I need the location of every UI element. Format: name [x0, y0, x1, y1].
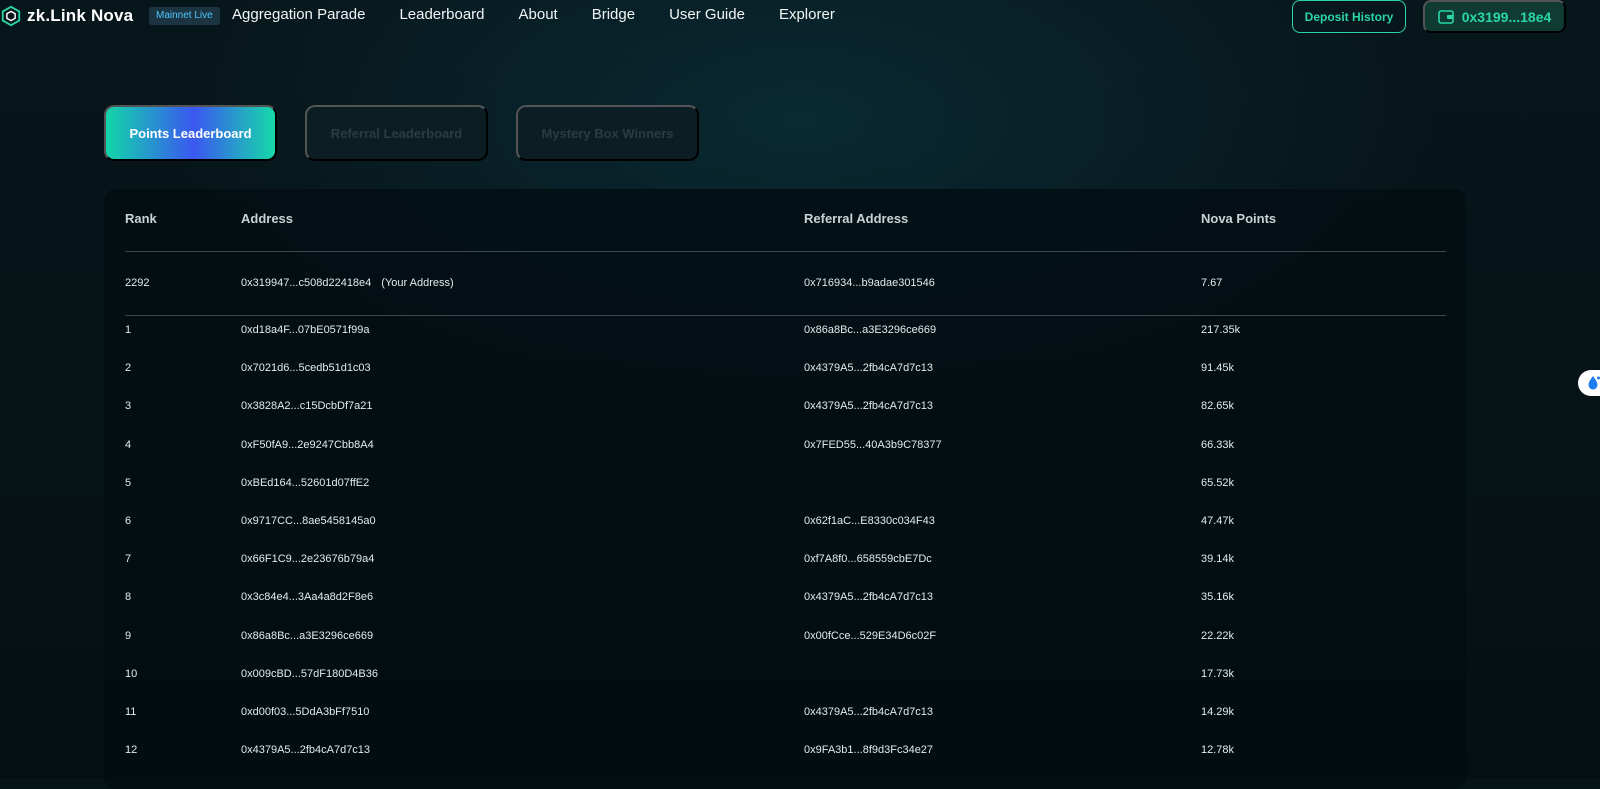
table-header: Rank Address Referral Address Nova Point… [104, 211, 1466, 231]
your-referral-address: 0x716934...b9adae301546 [804, 277, 935, 289]
your-address-value: 0x319947...c508d22418e4 [241, 277, 372, 289]
nav-explorer[interactable]: Explorer [779, 6, 835, 23]
nova-points-cell: 47.47k [1201, 515, 1235, 527]
address-cell: 0x3828A2...c15DcbDf7a21 [241, 400, 373, 413]
rank-cell: 8 [125, 591, 132, 604]
referral-address-cell: 0x9FA3b1...8f9d3Fc34e27 [804, 744, 934, 757]
nova-points-cell: 82.65k [1201, 400, 1235, 413]
nova-points-cell: 12.78k [1201, 744, 1235, 757]
nav-user-guide[interactable]: User Guide [669, 6, 745, 23]
address-cell: 0xBEd164...52601d07ffE2 [241, 476, 370, 489]
rank-cell: 2 [125, 362, 132, 375]
referral-address-cell: 0x86a8Bc...a3E3296ce669 [804, 324, 937, 336]
leaderboard-table: Rank Address Referral Address Nova Point… [104, 189, 1466, 789]
tab-referral-leaderboard[interactable]: Referral Leaderboard [305, 105, 488, 161]
referral-address-cell: 0x4379A5...2fb4cA7d7c13 [804, 706, 934, 718]
deposit-history-button[interactable]: Deposit History [1292, 0, 1406, 33]
nova-points-cell: 17.73k [1201, 667, 1235, 680]
nova-points-cell: 39.14k [1201, 553, 1235, 566]
rank-cell: 4 [125, 438, 132, 451]
your-address-tag: (Your Address) [381, 277, 454, 289]
table-row: 2 0x7021d6...5cedb51d1c03 0x4379A5...2fb4c… [104, 362, 1466, 382]
top-navigation-bar: zk.Link Nova Mainnet Live Aggregation Pa… [0, 0, 1600, 34]
your-address: 0x319947...c508d22418e4 (Your Address) [241, 277, 454, 289]
nova-points-cell: 217.35k [1201, 324, 1241, 336]
referral-address-cell: 0x7FED55...40A3b9C78377 [804, 438, 942, 451]
rank-cell: 10 [125, 667, 138, 680]
address-cell: 0x86a8Bc...a3E3296ce669 [241, 629, 374, 642]
address-cell: 0x3c84e4...3Aa4a8d2F8e6 [241, 591, 374, 604]
rank-cell: 7 [125, 553, 132, 566]
mainnet-live-badge: Mainnet Live [149, 7, 220, 25]
address-cell: 0xd18a4F...07bE0571f99a [241, 324, 370, 336]
rank-cell: 12 [125, 744, 138, 757]
nav-bridge[interactable]: Bridge [592, 6, 635, 23]
referral-address-cell: 0xf7A8f0...658559cbE7Dc [804, 553, 932, 566]
rank-cell: 6 [125, 515, 132, 527]
your-address-row: 2292 0x319947...c508d22418e4 (Your Addres… [104, 277, 1466, 297]
table-row: 12 0x4379A5...2fb4cA7d7c13 0x9FA3b1...8f9d… [104, 744, 1466, 764]
wallet-icon [1437, 9, 1454, 24]
wallet-address-button[interactable]: 0x3199...18e4 [1423, 0, 1566, 33]
nova-points-cell: 35.16k [1201, 591, 1235, 604]
nova-points-cell: 22.22k [1201, 629, 1235, 642]
rank-cell: 5 [125, 476, 132, 489]
zklink-hexagon-logo-icon [1, 5, 21, 27]
header-divider [125, 251, 1446, 252]
header-rank: Rank [125, 211, 157, 226]
table-row: 7 0x66F1C9...2e23676b79a4 0xf7A8f0...65855… [104, 553, 1466, 573]
table-row: 6 0x9717CC...8ae5458145a0 0x62f1aC...E8330… [104, 515, 1466, 535]
referral-address-cell: 0x00fCce...529E34D6c02F [804, 629, 937, 642]
address-cell: 0xd00f03...5DdA3bFf7510 [241, 706, 370, 718]
logo[interactable]: zk.Link Nova [0, 4, 133, 28]
address-cell: 0x7021d6...5cedb51d1c03 [241, 362, 371, 375]
table-row: 9 0x86a8Bc...a3E3296ce669 0x00fCce...529E3… [104, 630, 1466, 650]
table-row: 10 0x009cBD...57dF180D4B36 17.73k [104, 668, 1466, 688]
address-cell: 0x66F1C9...2e23676b79a4 [241, 553, 375, 566]
logo-text: zk.Link Nova [27, 6, 134, 25]
table-row: 4 0xF50fA9...2e9247Cbb8A4 0x7FED55...40A3b… [104, 439, 1466, 459]
nova-points-cell: 91.45k [1201, 362, 1235, 375]
address-cell: 0x4379A5...2fb4cA7d7c13 [241, 744, 371, 757]
your-rank: 2292 [125, 277, 150, 289]
nova-points-cell: 66.33k [1201, 438, 1235, 451]
rank-cell: 11 [125, 706, 137, 718]
your-nova-points: 7.67 [1201, 277, 1223, 289]
referral-address-cell: 0x4379A5...2fb4cA7d7c13 [804, 400, 934, 413]
rank-cell: 1 [125, 324, 132, 336]
nova-points-cell: 14.29k [1201, 706, 1235, 718]
table-row: 3 0x3828A2...c15DcbDf7a21 0x4379A5...2fb4c… [104, 400, 1466, 420]
address-cell: 0xF50fA9...2e9247Cbb8A4 [241, 438, 374, 451]
nav-aggregation-parade[interactable]: Aggregation Parade [232, 6, 365, 23]
table-row: 5 0xBEd164...52601d07ffE2 65.52k [104, 477, 1466, 497]
main-nav: Aggregation Parade Leaderboard About Bri… [232, 6, 835, 23]
water-drop-widget-icon [1588, 376, 1600, 390]
nav-leaderboard[interactable]: Leaderboard [399, 6, 484, 23]
wallet-address-label: 0x3199...18e4 [1461, 8, 1552, 25]
referral-address-cell: 0x4379A5...2fb4cA7d7c13 [804, 362, 934, 375]
tab-points-leaderboard[interactable]: Points Leaderboard [104, 105, 277, 161]
nova-points-cell: 65.52k [1201, 476, 1235, 489]
table-row: 11 0xd00f03...5DdA3bFf7510 0x4379A5...2fb4… [104, 706, 1466, 726]
rank-cell: 9 [125, 629, 132, 642]
floating-helper-widget[interactable] [1578, 370, 1600, 396]
header-address: Address [241, 211, 294, 226]
table-row: 8 0x3c84e4...3Aa4a8d2F8e6 0x4379A5...2fb4c… [104, 591, 1466, 611]
header-referral-address: Referral Address [804, 211, 909, 226]
rank-cell: 3 [125, 400, 132, 413]
tab-mystery-box-winners[interactable]: Mystery Box Winners [516, 105, 699, 161]
nav-about[interactable]: About [519, 6, 558, 23]
referral-address-cell: 0x4379A5...2fb4cA7d7c13 [804, 591, 934, 604]
your-row-divider [125, 315, 1446, 316]
referral-address-cell: 0x62f1aC...E8330c034F43 [804, 515, 935, 527]
address-cell: 0x009cBD...57dF180D4B36 [241, 667, 378, 680]
table-row: 1 0xd18a4F...07bE0571f99a 0x86a8Bc...a3E32… [104, 324, 1466, 344]
address-cell: 0x9717CC...8ae5458145a0 [241, 515, 376, 527]
header-nova-points: Nova Points [1201, 211, 1277, 226]
